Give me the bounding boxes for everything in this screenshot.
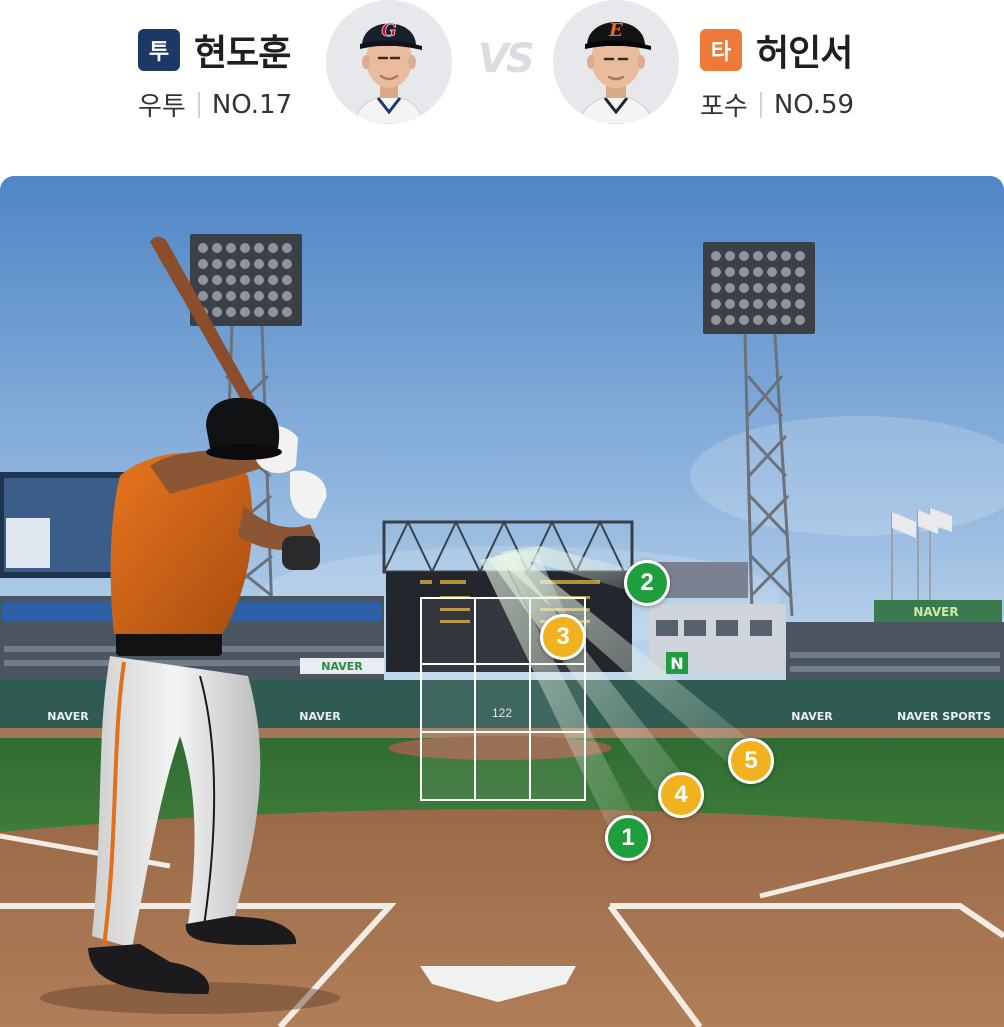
pitcher-photo: G: [326, 0, 452, 124]
batter-name-row: 타 허인서: [700, 28, 854, 74]
batter-number: NO.59: [773, 89, 855, 120]
stadium-scene: N NAVER NAVER NAVER NAVER NAVER NAVER SP…: [0, 176, 1004, 1027]
vs-label: VS: [478, 36, 535, 82]
meta-divider: [197, 91, 200, 118]
svg-text:G: G: [381, 20, 396, 41]
wall-sponsor-1: NAVER: [47, 710, 89, 723]
board-sponsor-right: NAVER: [913, 605, 958, 619]
pitch-marker-5[interactable]: 5: [728, 738, 774, 784]
pitcher-meta: 우투 NO.17: [138, 86, 292, 123]
pitcher-name: 현도훈: [194, 33, 291, 74]
batter-name: 허인서: [756, 33, 853, 74]
scoreboard-n-badge: N: [670, 654, 683, 673]
pitcher-avatar[interactable]: G: [326, 0, 452, 124]
board-sponsor-center: NAVER: [321, 660, 363, 673]
wall-sponsor-4: NAVER SPORTS: [897, 710, 991, 723]
pitch-marker-4[interactable]: 4: [658, 772, 704, 818]
matchup-header: 투 현도훈 우투 NO.17 G VS E 타 허인서 포수 NO.59: [0, 0, 1004, 178]
pitch-marker-3[interactable]: 3: [540, 614, 586, 660]
batter-position: 포수: [700, 92, 748, 122]
pitch-marker-2[interactable]: 2: [624, 560, 670, 606]
pitcher-number: NO.17: [211, 89, 293, 120]
batter-info[interactable]: 타 허인서 포수 NO.59: [700, 28, 854, 123]
meta-divider: [759, 91, 762, 118]
wall-sponsor-2: NAVER: [299, 710, 341, 723]
batter-role-badge: 타: [700, 29, 742, 71]
pitcher-role-badge: 투: [138, 29, 180, 71]
pitcher-position: 우투: [138, 92, 186, 122]
pitch-tracking-field: N NAVER NAVER NAVER NAVER NAVER NAVER SP…: [0, 176, 1004, 1027]
pitcher-info[interactable]: 투 현도훈 우투 NO.17: [138, 28, 292, 123]
pitcher-name-row: 투 현도훈: [138, 28, 292, 74]
svg-text:E: E: [608, 20, 623, 41]
batter-meta: 포수 NO.59: [700, 86, 854, 123]
pitch-speed-label: 122: [491, 706, 513, 720]
batter-avatar[interactable]: E: [553, 0, 679, 124]
batter-photo: E: [553, 0, 679, 124]
wall-sponsor-3: NAVER: [791, 710, 833, 723]
pitch-marker-1[interactable]: 1: [605, 815, 651, 861]
